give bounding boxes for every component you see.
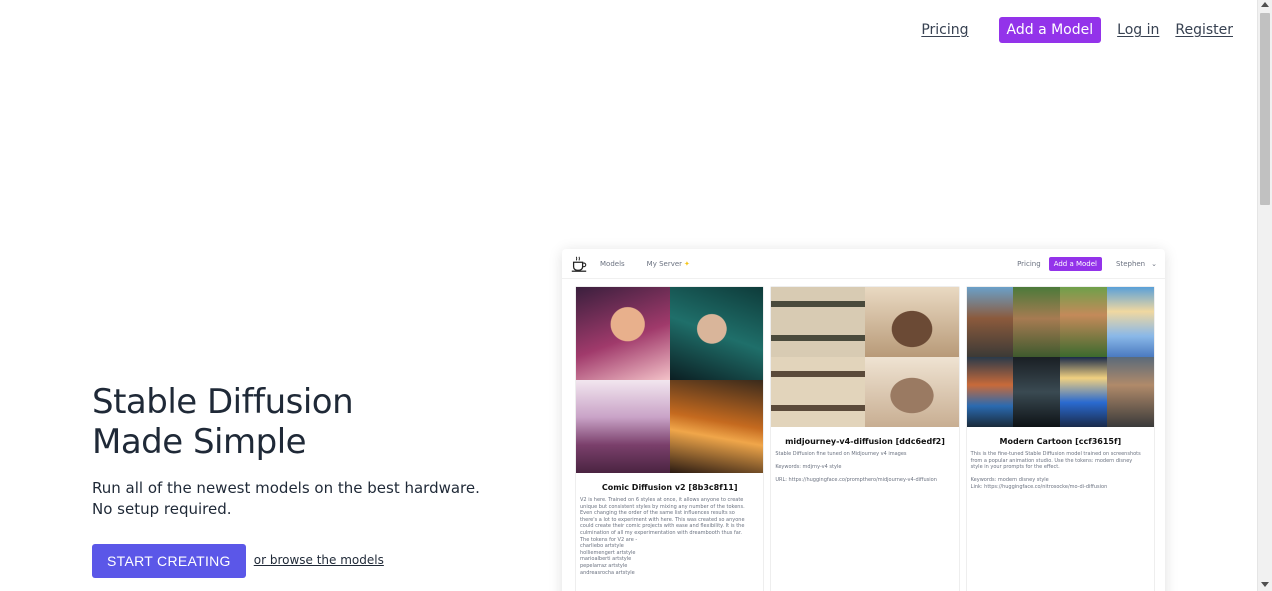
scroll-up-arrow-icon[interactable]	[1261, 2, 1269, 7]
desc-line: charliebo artstyle	[580, 543, 624, 550]
desc-line: V2 is here. Trained on 6 styles at once,…	[580, 497, 744, 503]
desc-line: holliemengert artstyle	[580, 549, 636, 556]
start-creating-button[interactable]: START CREATING	[92, 544, 246, 578]
desc-line: The tokens for V2 are -	[580, 536, 638, 543]
model-card: Comic Diffusion v2 [8b3c8f11] V2 is here…	[575, 286, 765, 591]
desc-line: pepelarraz artstyle	[580, 562, 628, 569]
model-card-description: Stable Diffusion fine tuned on Midjourne…	[771, 446, 958, 484]
preview-my-server-link: My Server ✦	[647, 260, 690, 268]
preview-model-cards: Comic Diffusion v2 [8b3c8f11] V2 is here…	[562, 279, 1165, 591]
model-card: Modern Cartoon [ccf3615f] This is the fi…	[965, 286, 1155, 591]
top-nav: Pricing Add a Model Log in Register	[921, 16, 1233, 44]
model-card-image	[966, 287, 1154, 427]
model-card-title: Modern Cartoon [ccf3615f]	[999, 437, 1122, 446]
desc-line: Stable Diffusion fine tuned on Midjourne…	[775, 451, 907, 457]
desc-line: unique but consistent styles by mixing a…	[580, 503, 745, 510]
preview-my-server-label: My Server	[646, 259, 683, 268]
desc-line: could create their comic projects with e…	[580, 523, 745, 530]
scrollbar-thumb[interactable]	[1260, 13, 1270, 205]
nav-pricing-link[interactable]: Pricing	[921, 22, 968, 38]
model-card-title: midjourney-v4-diffusion [ddc6edf2]	[785, 437, 945, 446]
desc-line	[775, 458, 954, 465]
desc-line: Even changing the order of the same list…	[580, 510, 735, 517]
hero-title-line2: Made Simple	[92, 422, 307, 462]
nav-register-link[interactable]: Register	[1175, 22, 1233, 38]
model-card-image	[771, 287, 959, 427]
preview-add-model-button: Add a Model	[1048, 256, 1102, 271]
model-card-description: V2 is here. Trained on 6 styles at once,…	[576, 492, 763, 576]
preview-models-link: Models	[600, 259, 625, 268]
add-model-button[interactable]: Add a Model	[998, 17, 1102, 43]
desc-line: style in your prompts for the effect.	[970, 464, 1060, 471]
desc-line: andreasrocha artstyle	[580, 569, 635, 576]
hero-subtitle: Run all of the newest models on the best…	[92, 479, 480, 518]
hero-title: Stable Diffusion Made Simple	[92, 382, 512, 462]
model-card-description: This is the fine-tuned Stable Diffusion …	[967, 446, 1154, 491]
browse-models-link[interactable]: or browse the models	[254, 553, 384, 578]
preview-pricing-link: Pricing	[1017, 259, 1041, 268]
coffee-cup-logo-icon	[571, 256, 587, 272]
desc-line: marioalberti artstyle	[580, 556, 632, 563]
star-icon: ✦	[684, 259, 690, 268]
desc-line: This is the fine-tuned Stable Diffusion …	[970, 451, 1141, 457]
desc-line: URL: https://huggingface.co/prompthero/m…	[775, 477, 937, 484]
desc-line: Keywords: modern disney style	[970, 477, 1049, 484]
desc-line: Keywords: mdjrny-v4 style	[775, 464, 842, 471]
cta-row: START CREATING or browse the models	[92, 544, 512, 578]
hero-section: Stable Diffusion Made Simple Run all of …	[92, 382, 512, 578]
model-card-title: Comic Diffusion v2 [8b3c8f11]	[601, 483, 738, 492]
desc-line: from a popular animation studio. Use the…	[970, 457, 1133, 464]
desc-line	[971, 471, 1150, 478]
app-preview-screenshot: Models My Server ✦ Pricing Add a Model St…	[562, 249, 1165, 591]
preview-user-menu: Stephen	[1116, 259, 1146, 268]
model-card: midjourney-v4-diffusion [ddc6edf2] Stabl…	[770, 286, 960, 591]
chevron-down-icon: ⌄	[1151, 259, 1157, 268]
nav-login-link[interactable]: Log in	[1117, 22, 1159, 38]
hero-title-line1: Stable Diffusion	[92, 382, 354, 422]
desc-line: there's a lot to experiment with here. T…	[580, 516, 745, 523]
desc-line: culmination of all my experimentation wi…	[580, 529, 743, 536]
preview-nav: Models My Server ✦ Pricing Add a Model St…	[562, 249, 1165, 279]
desc-line: Link: https://huggingface.co/nitrosocke/…	[970, 483, 1108, 490]
desc-line	[775, 471, 954, 478]
scroll-down-arrow-icon[interactable]	[1261, 582, 1269, 587]
model-card-image	[576, 287, 764, 473]
page-scrollbar[interactable]	[1257, 0, 1272, 591]
